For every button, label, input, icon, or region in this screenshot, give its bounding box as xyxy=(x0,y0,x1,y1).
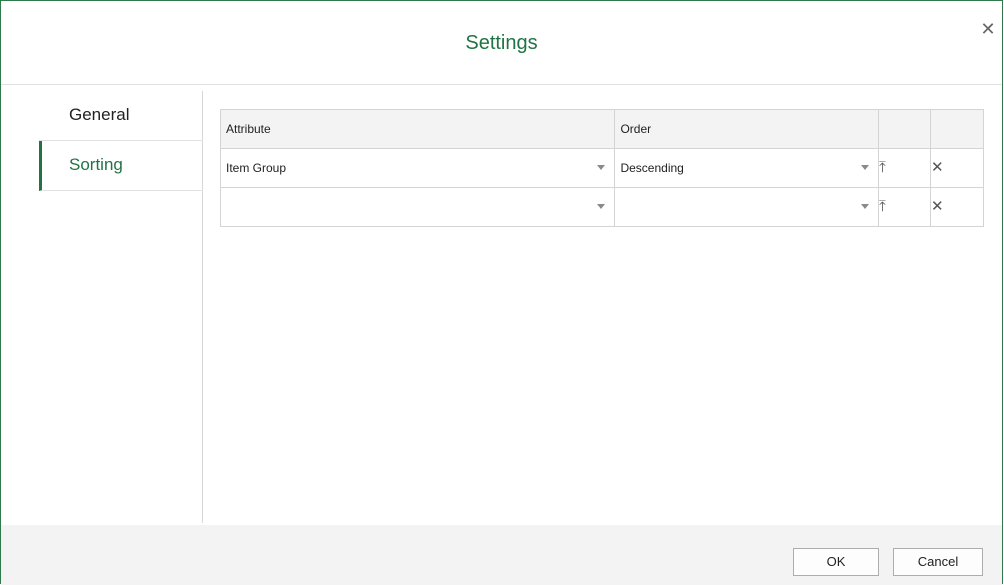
move-to-top-icon: ⤒ xyxy=(879,159,886,176)
remove-icon: ✕ xyxy=(931,198,944,215)
chevron-down-icon xyxy=(597,204,606,209)
order-dropdown[interactable] xyxy=(614,187,880,227)
column-header-move xyxy=(878,109,932,149)
chevron-down-icon xyxy=(597,165,606,170)
ok-button[interactable]: OK xyxy=(793,548,879,576)
column-header-order: Order xyxy=(614,109,880,149)
attribute-value: Item Group xyxy=(226,161,287,175)
move-to-top-button[interactable]: ⤒ xyxy=(878,187,932,227)
table-header-row: Attribute Order xyxy=(219,109,984,149)
dialog-footer: OK Cancel xyxy=(1,525,1002,585)
move-to-top-icon: ⤒ xyxy=(879,198,886,215)
attribute-dropdown[interactable] xyxy=(219,187,616,227)
cancel-button[interactable]: Cancel xyxy=(893,548,983,576)
chevron-down-icon xyxy=(861,204,870,209)
sidebar-item-sorting[interactable]: Sorting xyxy=(39,141,203,191)
settings-sidebar: General Sorting xyxy=(1,91,203,523)
sidebar-item-general[interactable]: General xyxy=(39,91,203,141)
remove-icon: ✕ xyxy=(931,159,944,176)
settings-dialog: Settings ✕ General Sorting Attribute Ord… xyxy=(0,0,1003,585)
order-value: Descending xyxy=(620,161,684,175)
column-header-attribute: Attribute xyxy=(219,109,616,149)
dialog-title: Settings xyxy=(465,32,538,54)
sorting-table: Attribute Order Item Group Descending ⤒ … xyxy=(219,109,984,227)
remove-row-button[interactable]: ✕ xyxy=(930,148,984,188)
table-row: ⤒ ✕ xyxy=(219,187,984,227)
sidebar-item-label: General xyxy=(69,105,130,124)
close-icon[interactable]: ✕ xyxy=(978,19,998,39)
sidebar-item-label: Sorting xyxy=(69,155,123,174)
dialog-titlebar: Settings ✕ xyxy=(1,1,1002,85)
remove-row-button[interactable]: ✕ xyxy=(930,187,984,227)
order-dropdown[interactable]: Descending xyxy=(614,148,880,188)
table-row: Item Group Descending ⤒ ✕ xyxy=(219,148,984,188)
move-to-top-button[interactable]: ⤒ xyxy=(878,148,932,188)
column-header-remove xyxy=(930,109,984,149)
attribute-dropdown[interactable]: Item Group xyxy=(219,148,616,188)
chevron-down-icon xyxy=(861,165,870,170)
